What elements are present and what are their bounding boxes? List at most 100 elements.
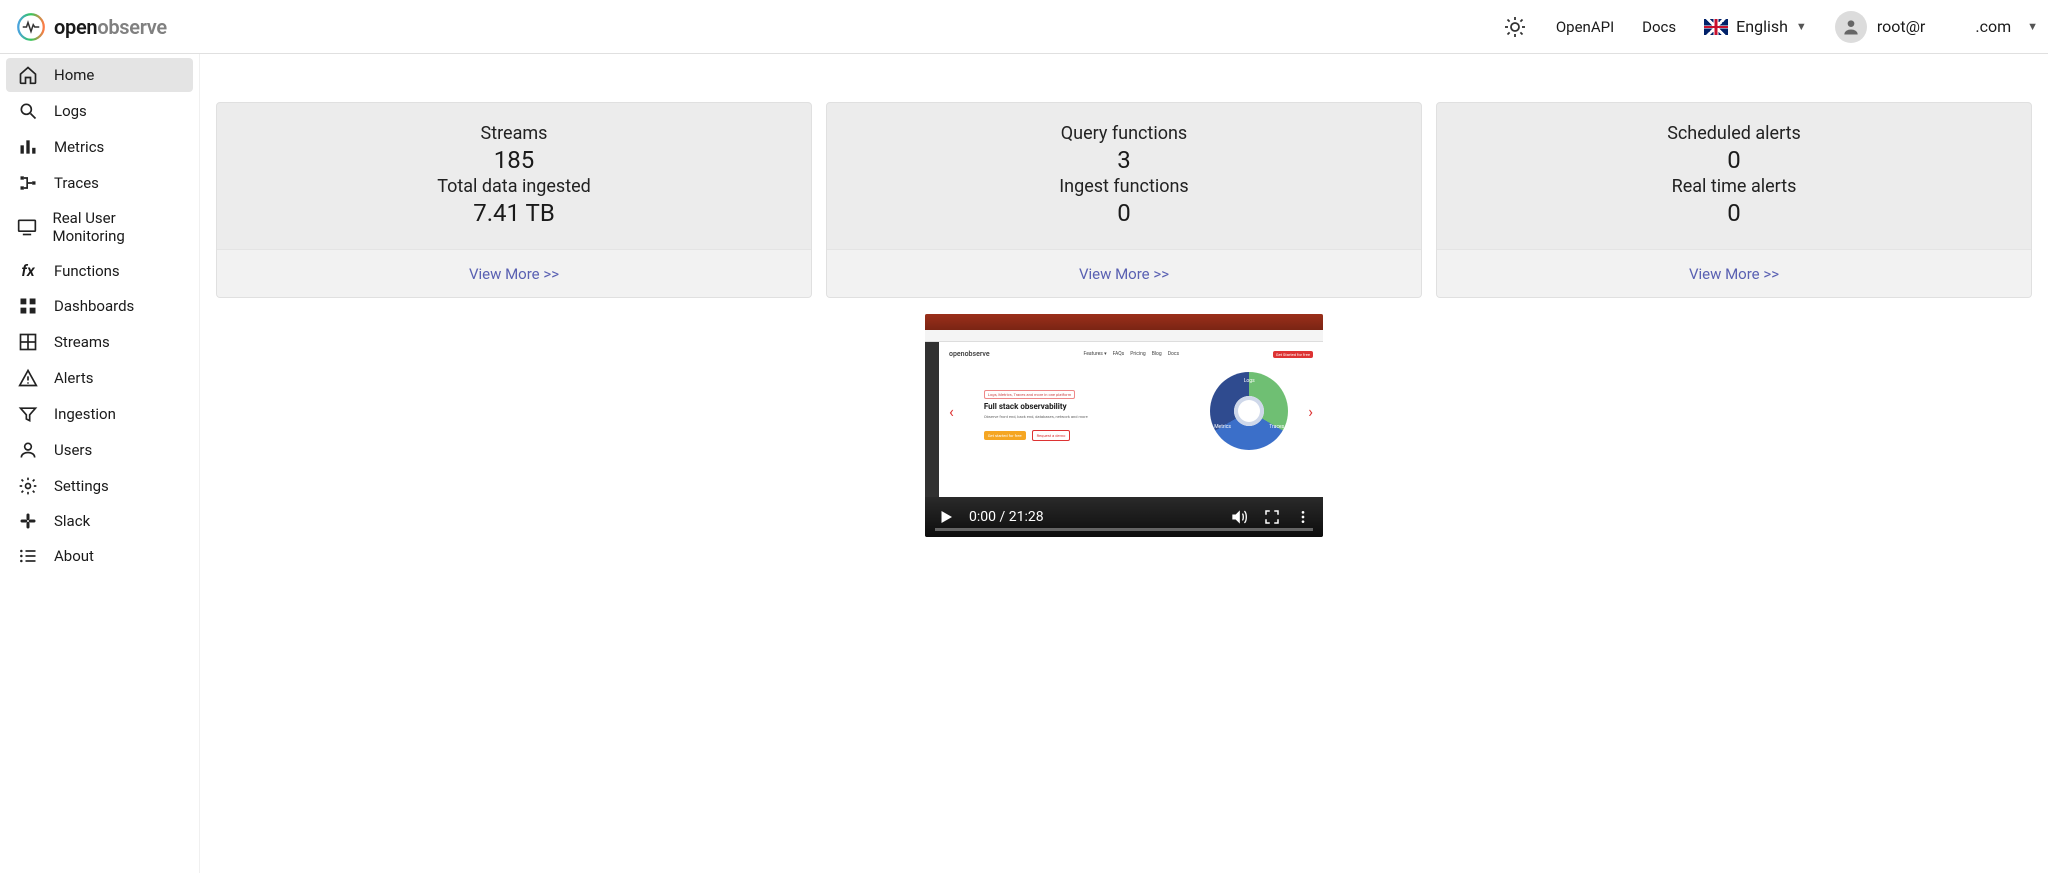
summary-cards: Streams185Total data ingested7.41 TB View… [216, 102, 2032, 298]
app-header: openobserve OpenAPI Docs English ▼ root@… [0, 0, 2048, 54]
brand-suffix: observe [97, 15, 167, 39]
more-button[interactable] [1295, 509, 1311, 525]
thumb-brand: openobserve [949, 350, 990, 358]
video-player[interactable]: openobserve Features ▾FAQsPricingBlogDoc… [925, 314, 1323, 537]
metric-value: 185 [227, 146, 801, 174]
traces-icon [16, 173, 40, 193]
thumb-top-btn: Get Started for free [1273, 351, 1313, 358]
flag-icon [1704, 19, 1728, 35]
sidebar-item-label: Home [54, 66, 94, 84]
sidebar-item-label: Metrics [54, 138, 104, 156]
summary-card: Scheduled alerts0Real time alerts0View M… [1436, 102, 2032, 298]
sidebar-item-label: About [54, 547, 94, 565]
metric-value: 3 [837, 146, 1411, 174]
sidebar: Home Logs Metrics Traces Real User Monitorin… [0, 54, 200, 873]
sidebar-item-streams[interactable]: Streams [6, 325, 193, 359]
metric-label: Total data ingested [227, 176, 801, 197]
metric-label: Streams [227, 123, 801, 144]
sun-icon [1503, 15, 1527, 39]
thumb-title: Full stack observability [984, 402, 1190, 411]
carousel-next-icon: › [1308, 402, 1313, 421]
brand-prefix: open [54, 15, 97, 39]
avatar [1835, 11, 1867, 43]
thumb-pill: Logs, Metrics, Traces and more in one pl… [984, 390, 1075, 399]
user-domain: .com [1975, 17, 2011, 36]
metric-label: Query functions [837, 123, 1411, 144]
sidebar-item-metrics[interactable]: Metrics [6, 130, 193, 164]
sidebar-item-alerts[interactable]: Alerts [6, 361, 193, 395]
layout: Home Logs Metrics Traces Real User Monitorin… [0, 54, 2048, 873]
grid-icon [16, 332, 40, 352]
more-vert-icon [1295, 509, 1311, 525]
brand-logo[interactable]: openobserve [16, 12, 167, 42]
language-label: English [1736, 17, 1788, 36]
slack-icon [16, 512, 40, 530]
user-menu[interactable]: root@r .com ▼ [1835, 11, 2038, 43]
gear-icon [16, 476, 40, 496]
video-time: 0:00 / 21:28 [969, 509, 1044, 525]
volume-button[interactable] [1229, 507, 1249, 527]
fx-icon: fx [16, 261, 40, 280]
sidebar-item-label: Ingestion [54, 405, 116, 423]
docs-link[interactable]: Docs [1642, 18, 1676, 36]
summary-card: Streams185Total data ingested7.41 TB View… [216, 102, 812, 298]
sidebar-item-slack[interactable]: Slack [6, 505, 193, 537]
play-icon [937, 508, 955, 526]
sidebar-item-dashboards[interactable]: Dashboards [6, 289, 193, 323]
metric-label: Ingest functions [837, 176, 1411, 197]
sidebar-item-traces[interactable]: Traces [6, 166, 193, 200]
sidebar-item-label: Logs [54, 102, 87, 120]
donut-chart: Logs Traces Metrics [1210, 372, 1288, 450]
brand-logo-icon [16, 12, 46, 42]
view-more-link[interactable]: View More >> [1079, 265, 1169, 283]
sidebar-item-label: Streams [54, 333, 110, 351]
sidebar-item-real-user-monitoring[interactable]: Real User Monitoring [6, 202, 193, 252]
sidebar-item-functions[interactable]: fxFunctions [6, 254, 193, 287]
chevron-down-icon: ▼ [2027, 20, 2038, 33]
metric-value: 0 [1447, 199, 2021, 227]
video-section: openobserve Features ▾FAQsPricingBlogDoc… [216, 314, 2032, 537]
thumb-subtitle: Observe front end, back end, databases, … [984, 414, 1190, 419]
sidebar-item-settings[interactable]: Settings [6, 469, 193, 503]
main-content: Streams185Total data ingested7.41 TB View… [200, 54, 2048, 873]
metric-label: Real time alerts [1447, 176, 2021, 197]
monitor-icon [16, 217, 38, 237]
metric-value: 7.41 TB [227, 199, 801, 227]
sidebar-item-home[interactable]: Home [6, 58, 193, 92]
list-icon [16, 546, 40, 566]
chevron-down-icon: ▼ [1796, 20, 1807, 33]
video-thumbnail: openobserve Features ▾FAQsPricingBlogDoc… [925, 314, 1323, 497]
sidebar-item-label: Real User Monitoring [52, 209, 183, 245]
filter-icon [16, 404, 40, 424]
metric-value: 0 [837, 199, 1411, 227]
thumb-cta2: Request a demo [1032, 430, 1071, 441]
sidebar-item-label: Settings [54, 477, 109, 495]
language-selector[interactable]: English ▼ [1704, 17, 1807, 36]
sidebar-item-about[interactable]: About [6, 539, 193, 573]
thumb-cta1: Get started for free [984, 431, 1026, 440]
fullscreen-button[interactable] [1263, 508, 1281, 526]
header-right: OpenAPI Docs English ▼ root@r .com ▼ [1502, 11, 2038, 43]
metric-label: Scheduled alerts [1447, 123, 2021, 144]
play-button[interactable] [937, 508, 955, 526]
video-progress[interactable] [935, 528, 1313, 531]
sidebar-item-label: Dashboards [54, 297, 134, 315]
sidebar-item-label: Alerts [54, 369, 94, 387]
user-label: root@r [1877, 17, 1926, 36]
carousel-prev-icon: ‹ [949, 402, 954, 421]
sidebar-item-ingestion[interactable]: Ingestion [6, 397, 193, 431]
fullscreen-icon [1263, 508, 1281, 526]
theme-toggle[interactable] [1502, 14, 1528, 40]
sidebar-item-logs[interactable]: Logs [6, 94, 193, 128]
home-icon [16, 65, 40, 85]
openapi-link[interactable]: OpenAPI [1556, 18, 1614, 36]
user-icon [16, 440, 40, 460]
sidebar-item-label: Traces [54, 174, 99, 192]
view-more-link[interactable]: View More >> [469, 265, 559, 283]
video-controls: 0:00 / 21:28 [925, 497, 1323, 537]
view-more-link[interactable]: View More >> [1689, 265, 1779, 283]
sidebar-item-label: Users [54, 441, 92, 459]
bar-chart-icon [16, 137, 40, 157]
summary-card: Query functions3Ingest functions0 View Mo… [826, 102, 1422, 298]
sidebar-item-users[interactable]: Users [6, 433, 193, 467]
